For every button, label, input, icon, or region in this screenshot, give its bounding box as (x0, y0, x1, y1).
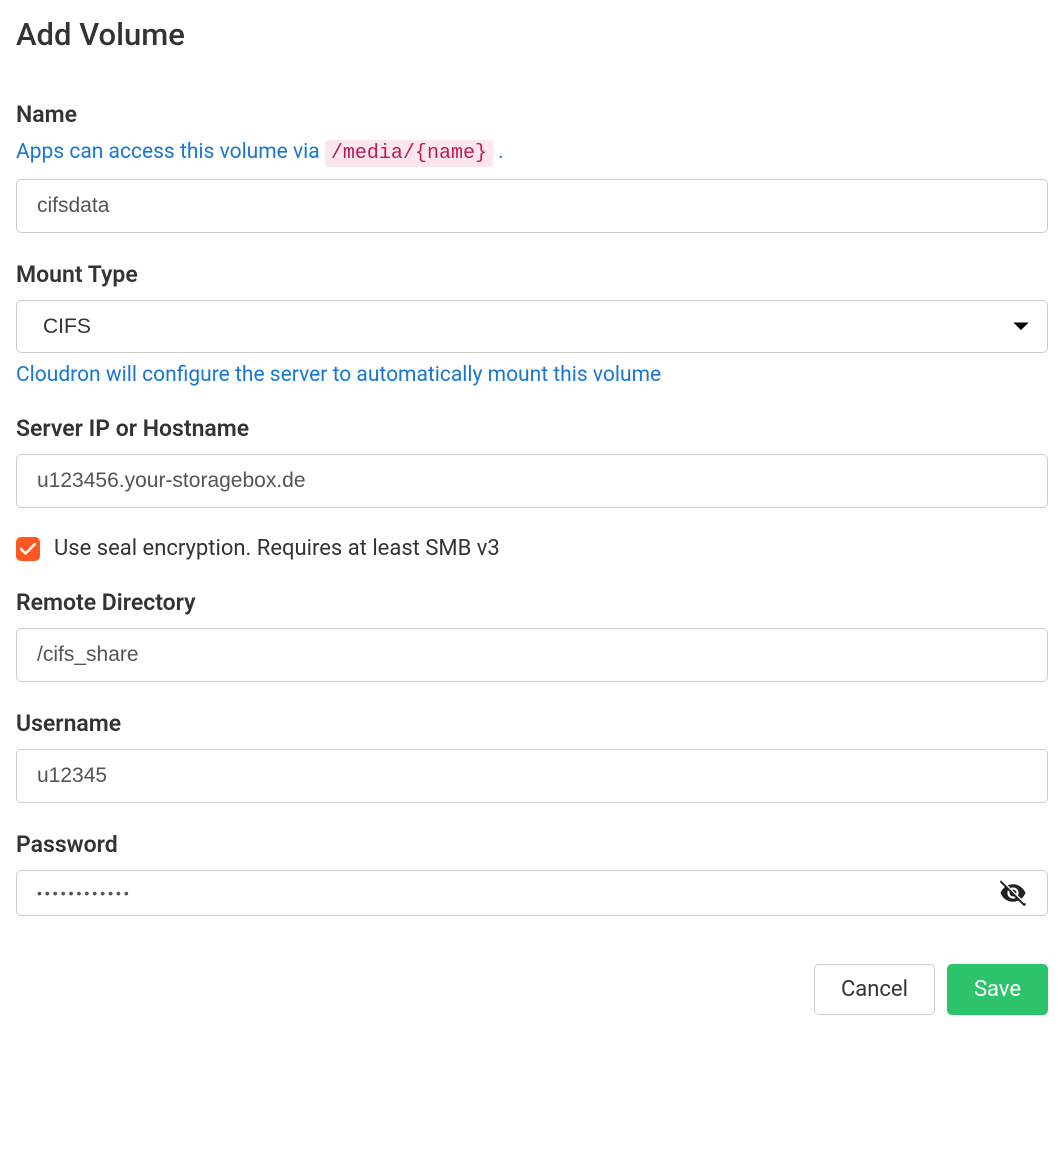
username-label: Username (16, 710, 1048, 737)
seal-encryption-checkbox[interactable] (16, 537, 40, 561)
name-help-text: Apps can access this volume via /media/{… (16, 140, 1048, 165)
username-input[interactable] (16, 749, 1048, 803)
button-row: Cancel Save (16, 964, 1048, 1015)
server-group: Server IP or Hostname (16, 415, 1048, 508)
server-input[interactable] (16, 454, 1048, 508)
cancel-button[interactable]: Cancel (814, 964, 935, 1015)
remote-directory-group: Remote Directory (16, 589, 1048, 682)
save-button[interactable]: Save (947, 964, 1048, 1015)
password-label: Password (16, 831, 1048, 858)
mount-type-select[interactable]: CIFS (16, 300, 1048, 353)
name-help-prefix: Apps can access this volume via (16, 140, 325, 164)
mount-type-group: Mount Type CIFS Cloudron will configure … (16, 261, 1048, 387)
seal-encryption-row: Use seal encryption. Requires at least S… (16, 536, 1048, 561)
name-help-code: /media/{name} (325, 140, 493, 167)
check-icon (20, 542, 36, 556)
dialog-title: Add Volume (16, 16, 1048, 53)
password-visibility-toggle[interactable] (994, 874, 1032, 912)
mount-type-help-text: Cloudron will configure the server to au… (16, 363, 1048, 387)
name-help-suffix: . (493, 140, 504, 164)
remote-directory-label: Remote Directory (16, 589, 1048, 616)
name-label: Name (16, 101, 1048, 128)
name-group: Name Apps can access this volume via /me… (16, 101, 1048, 233)
password-group: Password (16, 831, 1048, 916)
server-label: Server IP or Hostname (16, 415, 1048, 442)
seal-encryption-label: Use seal encryption. Requires at least S… (54, 536, 500, 561)
remote-directory-input[interactable] (16, 628, 1048, 682)
mount-type-select-wrapper: CIFS (16, 300, 1048, 353)
username-group: Username (16, 710, 1048, 803)
password-wrapper (16, 870, 1048, 916)
eye-off-icon (998, 878, 1028, 908)
mount-type-label: Mount Type (16, 261, 1048, 288)
name-input[interactable] (16, 179, 1048, 233)
password-input[interactable] (16, 870, 1048, 916)
